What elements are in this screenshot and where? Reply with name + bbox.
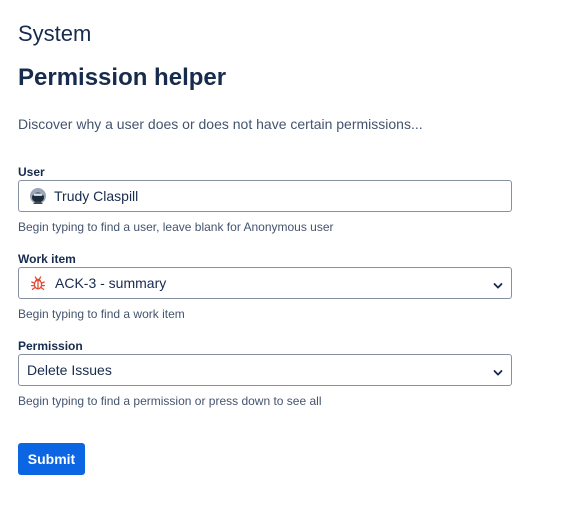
user-field-help: Begin typing to find a user, leave blank…	[18, 220, 334, 234]
user-avatar-icon	[30, 188, 46, 204]
permission-field-help: Begin typing to find a permission or pre…	[18, 394, 322, 408]
work-item-select[interactable]: ACK-3 - summary	[18, 267, 512, 299]
work-item-field-help: Begin typing to find a work item	[18, 307, 185, 321]
permission-field-label: Permission	[18, 339, 83, 353]
page-title: Permission helper	[18, 64, 227, 91]
user-field-label: User	[18, 165, 45, 179]
page-description: Discover why a user does or does not hav…	[18, 116, 423, 132]
work-item-field-value: ACK-3 - summary	[55, 275, 167, 291]
user-picker-field[interactable]: Trudy Claspill	[18, 180, 512, 212]
work-item-field-label: Work item	[18, 252, 76, 266]
submit-button[interactable]: Submit	[18, 443, 85, 475]
permission-select[interactable]: Delete Issues	[18, 354, 512, 386]
user-field-value: Trudy Claspill	[54, 188, 139, 204]
chevron-down-icon[interactable]	[493, 365, 503, 376]
bug-icon	[30, 275, 46, 291]
permission-field-value: Delete Issues	[27, 362, 112, 378]
section-title: System	[18, 21, 92, 46]
chevron-down-icon[interactable]	[493, 278, 503, 289]
